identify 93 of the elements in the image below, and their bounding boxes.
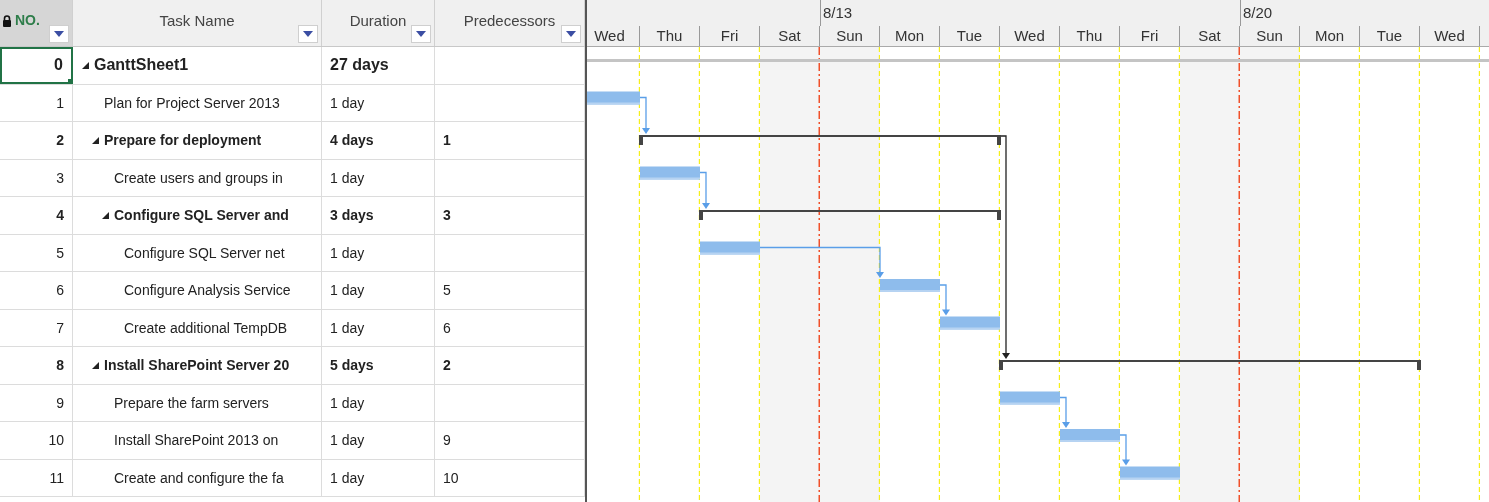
task-name-cell: Configure SQL Server and <box>114 207 289 224</box>
day-label: Fri <box>700 26 760 46</box>
duration-cell: 1 day <box>330 282 365 299</box>
collapse-triangle-icon[interactable] <box>92 361 99 369</box>
week-label: 8/13 <box>823 4 853 21</box>
day-label: Sun <box>820 26 880 46</box>
task-bar <box>587 91 640 105</box>
caret-icon <box>416 31 426 37</box>
task-name-cell: Create users and groups in <box>114 169 283 186</box>
duration-cell: 3 days <box>330 207 374 224</box>
column-header[interactable]: Task Name <box>73 0 322 46</box>
row-number-cell[interactable]: 3 <box>0 159 73 196</box>
predecessors-cell: 6 <box>443 319 451 336</box>
day-label: Wed <box>1420 26 1480 46</box>
task-name-cell: Create additional TempDB <box>124 319 288 336</box>
column-title: NO. <box>15 12 40 30</box>
day-label: Thu <box>1060 26 1120 46</box>
task-bar <box>940 316 1000 330</box>
duration-cell: 1 day <box>330 244 365 261</box>
duration-cell: 5 days <box>330 357 374 374</box>
task-bar <box>1120 466 1180 480</box>
collapse-triangle-icon[interactable] <box>82 61 89 69</box>
day-label: Wed <box>587 26 640 46</box>
duration-cell: 27 days <box>330 56 389 75</box>
caret-icon <box>566 31 576 37</box>
day-label: Wed <box>1000 26 1060 46</box>
duration-cell: 1 day <box>330 432 365 449</box>
dependency-arrow <box>1059 396 1070 428</box>
duration-cell: 1 day <box>330 469 365 486</box>
dependency-arrow <box>699 171 710 209</box>
duration-cell: 1 day <box>330 94 365 111</box>
column-header[interactable]: Predecessors <box>435 0 585 46</box>
task-name-cell: Install SharePoint 2013 on <box>114 432 279 449</box>
day-label: Sat <box>1180 26 1240 46</box>
row-number-cell[interactable]: 4 <box>0 197 73 234</box>
filter-button[interactable] <box>298 25 318 43</box>
collapse-triangle-icon[interactable] <box>102 211 109 219</box>
predecessors-cell: 3 <box>443 207 451 224</box>
task-name-cell: Plan for Project Server 2013 <box>104 94 280 111</box>
day-label: Tue <box>940 26 1000 46</box>
week-label: 8/20 <box>1243 4 1273 21</box>
duration-cell: 1 day <box>330 169 365 186</box>
task-bar <box>640 166 700 180</box>
caret-icon <box>303 31 313 37</box>
row-number-cell[interactable]: 0 <box>0 47 73 84</box>
duration-cell: 4 days <box>330 132 374 149</box>
predecessors-cell: 1 <box>443 132 451 149</box>
task-bar <box>700 241 760 255</box>
row-number-cell[interactable]: 2 <box>0 122 73 159</box>
day-label: Mon <box>880 26 940 46</box>
day-label: Mon <box>1300 26 1360 46</box>
task-name-cell: Create and configure the fa <box>114 469 284 486</box>
filter-button[interactable] <box>49 25 69 43</box>
task-name-cell: Prepare for deployment <box>104 132 262 149</box>
column-title: Task Name <box>159 12 235 31</box>
predecessors-cell: 10 <box>443 469 459 486</box>
row-number-cell[interactable]: 1 <box>0 84 73 121</box>
task-bar <box>1060 429 1120 442</box>
dependency-arrow <box>1119 434 1130 466</box>
task-bar <box>880 279 940 292</box>
task-name-cell: GanttSheet1 <box>94 56 189 75</box>
filter-button[interactable] <box>411 25 431 43</box>
row-number-cell[interactable]: 5 <box>0 234 73 271</box>
day-label: Tue <box>1360 26 1420 46</box>
dependency-arrow <box>639 96 650 134</box>
predecessors-cell: 5 <box>443 282 451 299</box>
filter-button[interactable] <box>561 25 581 43</box>
row-number-cell[interactable]: 10 <box>0 422 73 459</box>
day-label: Fri <box>1120 26 1180 46</box>
day-label: Sat <box>760 26 820 46</box>
task-bar <box>1000 391 1060 405</box>
predecessors-cell: 9 <box>443 432 451 449</box>
lock-icon <box>2 15 12 27</box>
caret-icon <box>54 31 64 37</box>
task-name-cell: Configure SQL Server net <box>124 244 285 261</box>
predecessors-cell: 2 <box>443 357 451 374</box>
task-name-cell: Prepare the farm servers <box>114 394 269 411</box>
row-number-cell[interactable]: 8 <box>0 347 73 384</box>
row-number-cell[interactable]: 7 <box>0 309 73 346</box>
row-number-cell[interactable]: 9 <box>0 384 73 421</box>
day-label: Thu <box>640 26 700 46</box>
duration-cell: 1 day <box>330 319 365 336</box>
collapse-triangle-icon[interactable] <box>92 136 99 144</box>
column-title: Duration <box>349 12 407 31</box>
duration-cell: 1 day <box>330 394 365 411</box>
dependency-arrow <box>939 284 950 316</box>
task-name-cell: Install SharePoint Server 20 <box>104 357 290 374</box>
column-header[interactable]: Duration <box>322 0 435 46</box>
task-name-cell: Configure Analysis Service <box>124 282 291 299</box>
row-number-cell[interactable]: 11 <box>0 459 73 496</box>
row-number-cell[interactable]: 6 <box>0 272 73 309</box>
column-title: Predecessors <box>463 12 556 31</box>
day-label: Sun <box>1240 26 1300 46</box>
